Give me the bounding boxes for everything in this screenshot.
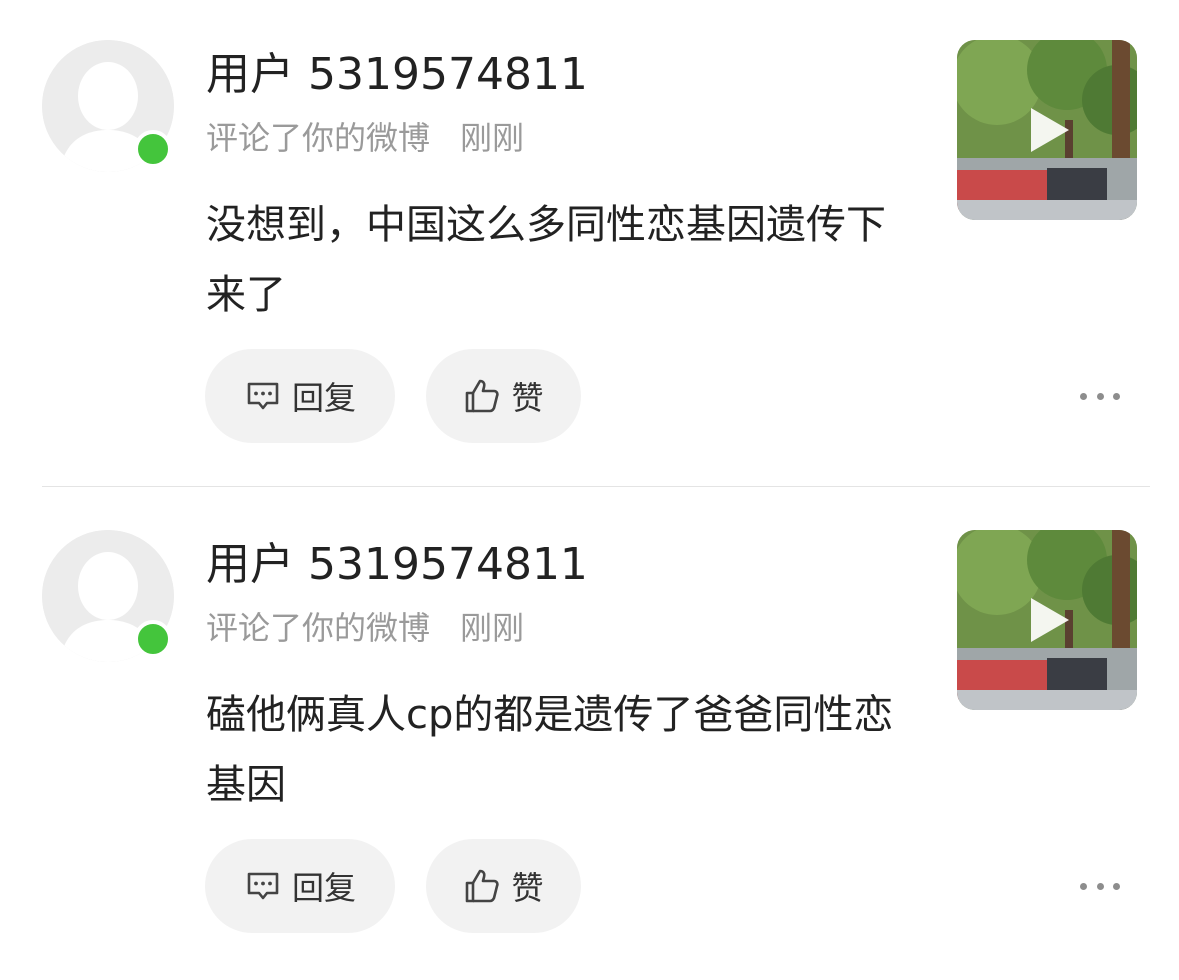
- online-status-dot: [134, 130, 172, 168]
- username[interactable]: 用户 5319574811: [206, 46, 588, 104]
- reply-label: 回复: [291, 869, 356, 907]
- reply-label: 回复: [291, 379, 356, 417]
- more-options-button[interactable]: [1080, 378, 1120, 414]
- video-thumbnail[interactable]: [957, 40, 1137, 220]
- more-options-button[interactable]: [1080, 868, 1120, 904]
- more-dot: [1113, 392, 1120, 400]
- like-button[interactable]: 赞: [426, 839, 581, 933]
- username[interactable]: 用户 5319574811: [206, 536, 588, 594]
- action-text: 评论了你的微博: [206, 119, 431, 157]
- comment-text[interactable]: 没想到，中国这么多同性恋基因遗传下来了: [206, 190, 906, 330]
- comment-bubble-icon: [247, 872, 279, 900]
- online-status-dot: [134, 620, 172, 658]
- video-thumbnail-image: [957, 40, 1137, 220]
- action-text: 评论了你的微博: [206, 609, 431, 647]
- notification-item[interactable]: 用户 5319574811 评论了你的微博 刚刚 磕他俩真人cp的都是遗传了爸爸同…: [0, 490, 1179, 980]
- timestamp: 刚刚: [460, 609, 525, 647]
- comment-meta: 评论了你的微博 刚刚: [206, 606, 524, 650]
- thumbs-up-icon: [466, 379, 500, 413]
- divider: [42, 486, 1150, 487]
- like-label: 赞: [511, 869, 544, 907]
- comment-bubble-icon: [247, 382, 279, 410]
- like-label: 赞: [511, 379, 544, 417]
- reply-button[interactable]: 回复: [205, 839, 395, 933]
- more-dot: [1080, 392, 1087, 400]
- like-button[interactable]: 赞: [426, 349, 581, 443]
- comment-meta: 评论了你的微博 刚刚: [206, 116, 524, 160]
- reply-button[interactable]: 回复: [205, 349, 395, 443]
- timestamp: 刚刚: [460, 119, 525, 157]
- more-dot: [1096, 882, 1104, 890]
- video-thumbnail-image: [957, 530, 1137, 710]
- thumbs-up-icon: [466, 869, 500, 903]
- more-dot: [1113, 882, 1120, 890]
- notification-item[interactable]: 用户 5319574811 评论了你的微博 刚刚 没想到，中国这么多同性恋基因遗传…: [0, 0, 1179, 490]
- comment-text[interactable]: 磕他俩真人cp的都是遗传了爸爸同性恋基因: [206, 680, 906, 820]
- video-thumbnail[interactable]: [957, 530, 1137, 710]
- more-dot: [1080, 882, 1087, 890]
- more-dot: [1096, 392, 1104, 400]
